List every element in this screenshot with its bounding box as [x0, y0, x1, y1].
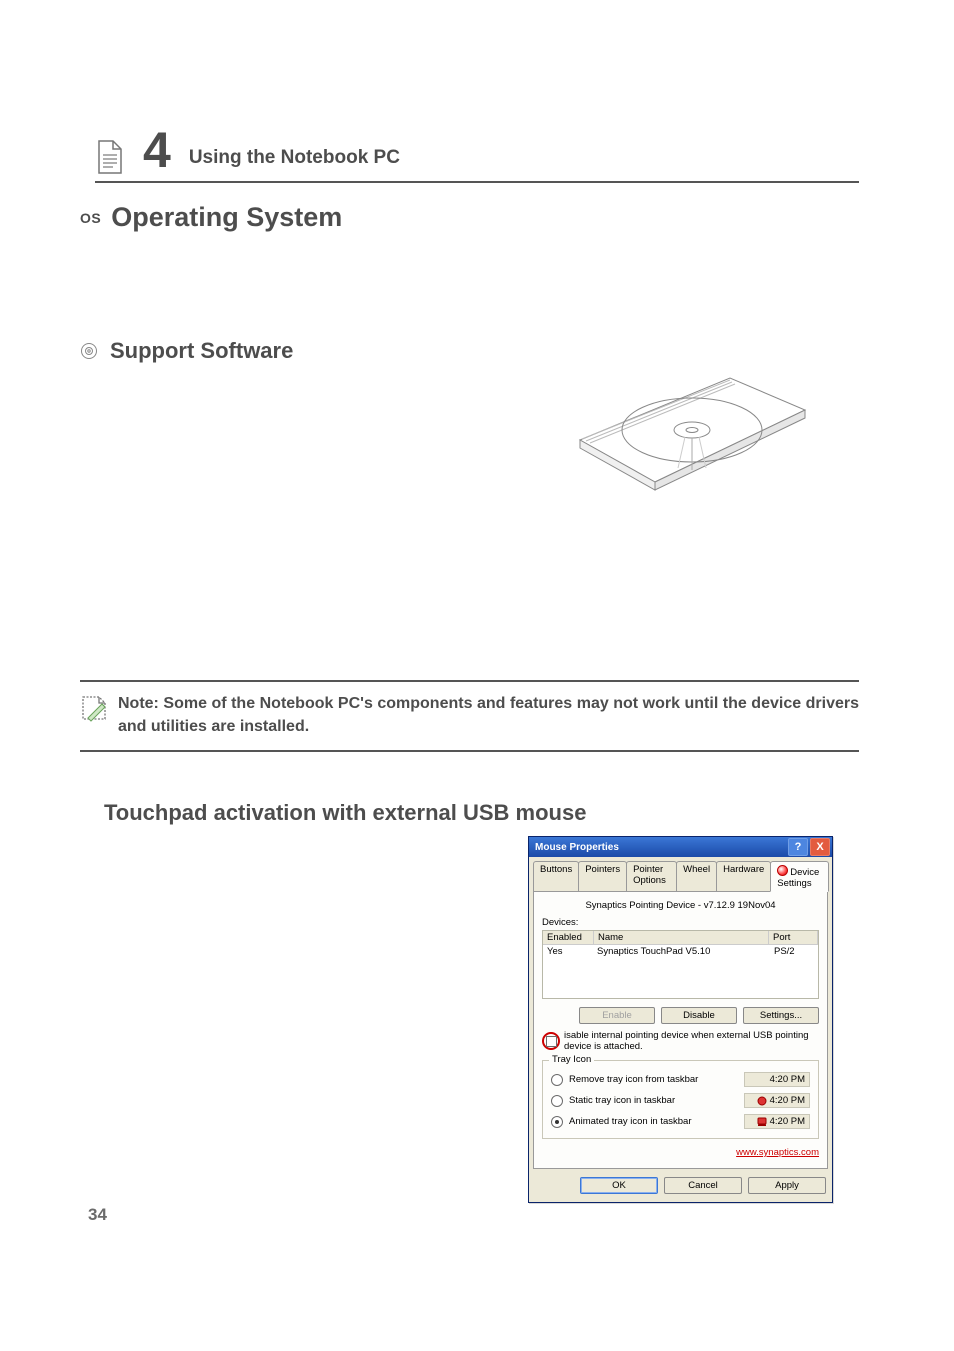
document-icon	[95, 139, 125, 175]
chapter-number: 4	[143, 125, 171, 175]
radio-remove-tray-label: Remove tray icon from taskbar	[569, 1074, 698, 1085]
dialog-footer: OK Cancel Apply	[529, 1169, 832, 1202]
tray-icon-legend: Tray Icon	[549, 1054, 594, 1065]
synaptics-static-icon	[757, 1096, 767, 1106]
tab-device-settings[interactable]: Device Settings	[770, 861, 829, 892]
device-row[interactable]: Yes Synaptics TouchPad V5.10 PS/2	[543, 945, 818, 958]
tray-preview-animated: 4:20 PM	[744, 1114, 810, 1129]
page-number: 34	[88, 1205, 107, 1225]
tray-time-1: 4:20 PM	[770, 1074, 805, 1085]
device-name-value: Synaptics TouchPad V5.10	[593, 945, 770, 958]
settings-button[interactable]: Settings...	[743, 1007, 819, 1024]
ok-button[interactable]: OK	[580, 1177, 658, 1194]
heading-support-software: Support Software	[110, 338, 293, 364]
apply-button[interactable]: Apply	[748, 1177, 826, 1194]
tab-buttons[interactable]: Buttons	[533, 861, 579, 891]
dialog-titlebar[interactable]: Mouse Properties ? X	[529, 837, 832, 857]
tray-icon-group: Tray Icon Remove tray icon from taskbar …	[542, 1060, 819, 1139]
tray-time-2: 4:20 PM	[770, 1095, 805, 1106]
disable-internal-label: isable internal pointing device when ext…	[564, 1030, 819, 1052]
devices-label: Devices:	[542, 917, 819, 928]
devices-table: Enabled Name Port Yes Synaptics TouchPad…	[542, 930, 819, 999]
tab-pointers[interactable]: Pointers	[578, 861, 627, 891]
note-icon	[80, 694, 108, 722]
tab-pointer-options[interactable]: Pointer Options	[626, 861, 677, 891]
device-enabled-value: Yes	[543, 945, 593, 958]
radio-animated-tray-label: Animated tray icon in taskbar	[569, 1116, 692, 1127]
radio-static-tray-label: Static tray icon in taskbar	[569, 1095, 675, 1106]
device-settings-pane: Synaptics Pointing Device - v7.12.9 19No…	[533, 891, 828, 1169]
tab-wheel[interactable]: Wheel	[676, 861, 717, 891]
radio-remove-tray[interactable]	[551, 1074, 563, 1086]
heading-support-software-row: Support Software	[80, 338, 293, 364]
enable-button: Enable	[579, 1007, 655, 1024]
dialog-help-button[interactable]: ?	[788, 838, 808, 856]
touchpad-animated-icon	[757, 1117, 767, 1127]
tray-preview-remove: 4:20 PM	[744, 1072, 810, 1087]
cd-tray-illustration	[570, 370, 810, 500]
disable-internal-checkbox[interactable]	[546, 1036, 557, 1047]
chapter-header: 4 Using the Notebook PC	[95, 125, 859, 183]
device-port-value: PS/2	[770, 945, 818, 958]
col-header-name[interactable]: Name	[594, 931, 769, 945]
mouse-properties-dialog: Mouse Properties ? X Buttons Pointers Po…	[528, 836, 833, 1203]
tab-hardware[interactable]: Hardware	[716, 861, 771, 891]
col-header-port[interactable]: Port	[769, 931, 818, 945]
note-text: Note: Some of the Notebook PC's componen…	[118, 692, 859, 738]
synaptics-link[interactable]: www.synaptics.com	[736, 1147, 819, 1158]
disable-internal-checkbox-row[interactable]: isable internal pointing device when ext…	[542, 1030, 819, 1052]
note-block: Note: Some of the Notebook PC's componen…	[80, 680, 859, 752]
os-tag: OS	[80, 210, 101, 226]
driver-version-line: Synaptics Pointing Device - v7.12.9 19No…	[542, 898, 819, 917]
disc-bullet-icon	[80, 342, 98, 360]
chapter-title: Using the Notebook PC	[189, 147, 400, 175]
tab-strip: Buttons Pointers Pointer Options Wheel H…	[529, 857, 832, 891]
synaptics-logo-icon	[777, 865, 788, 876]
radio-animated-tray[interactable]	[551, 1116, 563, 1128]
highlight-circle-icon	[542, 1032, 560, 1050]
heading-operating-system-row: OS Operating System	[80, 202, 342, 233]
heading-touchpad-activation: Touchpad activation with external USB mo…	[104, 800, 586, 826]
dialog-close-button[interactable]: X	[810, 838, 830, 856]
col-header-enabled[interactable]: Enabled	[543, 931, 594, 945]
dialog-title: Mouse Properties	[535, 842, 786, 853]
heading-operating-system: Operating System	[111, 202, 342, 233]
cancel-button[interactable]: Cancel	[664, 1177, 742, 1194]
tray-time-3: 4:20 PM	[770, 1116, 805, 1127]
disable-button[interactable]: Disable	[661, 1007, 737, 1024]
radio-static-tray[interactable]	[551, 1095, 563, 1107]
tray-preview-static: 4:20 PM	[744, 1093, 810, 1108]
